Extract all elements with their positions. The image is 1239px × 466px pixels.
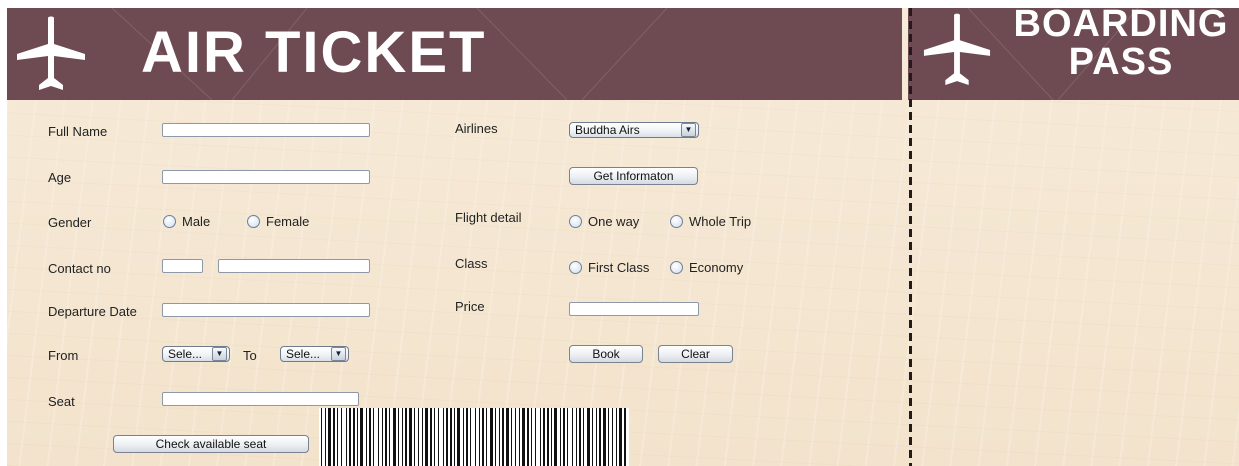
get-information-button[interactable]: Get Informaton: [569, 167, 698, 185]
dropdown-arrow-icon: ▼: [681, 123, 696, 137]
radio-circle-icon: [569, 261, 582, 274]
gender-male-radio[interactable]: Male: [163, 214, 210, 229]
seat-input[interactable]: [162, 392, 359, 406]
to-select-value: Sele...: [286, 347, 321, 361]
air-ticket-title: AIR TICKET: [141, 20, 487, 85]
airlines-select-value: Buddha Airs: [575, 123, 640, 137]
barcode-image: [319, 408, 629, 466]
contact-label: Contact no: [48, 261, 111, 276]
airlines-label: Airlines: [455, 121, 498, 136]
age-input[interactable]: [162, 170, 370, 184]
airplane-icon: [923, 13, 991, 86]
boarding-pass-title-line1: BOARDING: [1013, 3, 1229, 45]
radio-circle-icon: [163, 215, 176, 228]
one-way-radio[interactable]: One way: [569, 214, 639, 229]
departure-date-label: Departure Date: [48, 304, 137, 319]
flight-detail-label: Flight detail: [455, 210, 522, 225]
dropdown-arrow-icon: ▼: [212, 347, 227, 361]
check-available-seat-button[interactable]: Check available seat: [113, 435, 309, 453]
radio-circle-icon: [247, 215, 260, 228]
airlines-select[interactable]: Buddha Airs ▼: [569, 122, 699, 138]
radio-circle-icon: [569, 215, 582, 228]
contact-code-input[interactable]: [162, 259, 203, 273]
boarding-pass-title: BOARDING PASS: [1010, 5, 1232, 81]
first-class-radio[interactable]: First Class: [569, 260, 649, 275]
gender-female-label: Female: [266, 214, 310, 229]
one-way-label: One way: [588, 214, 640, 229]
gender-label: Gender: [48, 215, 92, 230]
clear-button[interactable]: Clear: [658, 345, 733, 363]
air-ticket-header: AIR TICKET: [7, 8, 902, 100]
age-label: Age: [48, 170, 72, 185]
economy-radio[interactable]: Economy: [670, 260, 743, 275]
radio-circle-icon: [670, 215, 683, 228]
from-label: From: [48, 348, 79, 363]
gender-female-radio[interactable]: Female: [247, 214, 309, 229]
gender-male-label: Male: [182, 214, 211, 229]
airplane-icon: [17, 16, 85, 90]
boarding-pass-title-line2: PASS: [1068, 41, 1174, 83]
dropdown-arrow-icon: ▼: [331, 347, 346, 361]
radio-circle-icon: [670, 261, 683, 274]
seat-label: Seat: [48, 394, 75, 409]
to-select[interactable]: Sele... ▼: [280, 346, 349, 362]
whole-trip-radio[interactable]: Whole Trip: [670, 214, 751, 229]
departure-date-input[interactable]: [162, 303, 370, 317]
from-select[interactable]: Sele... ▼: [162, 346, 230, 362]
to-label: To: [243, 348, 257, 363]
book-button[interactable]: Book: [569, 345, 643, 363]
first-class-label: First Class: [588, 260, 650, 275]
tear-line: [909, 8, 912, 466]
full-name-input[interactable]: [162, 123, 370, 137]
full-name-label: Full Name: [48, 124, 108, 139]
class-label: Class: [455, 256, 488, 271]
price-input[interactable]: [569, 302, 699, 316]
contact-number-input[interactable]: [218, 259, 370, 273]
from-select-value: Sele...: [168, 347, 203, 361]
economy-label: Economy: [689, 260, 744, 275]
whole-trip-label: Whole Trip: [689, 214, 752, 229]
price-label: Price: [455, 299, 485, 314]
